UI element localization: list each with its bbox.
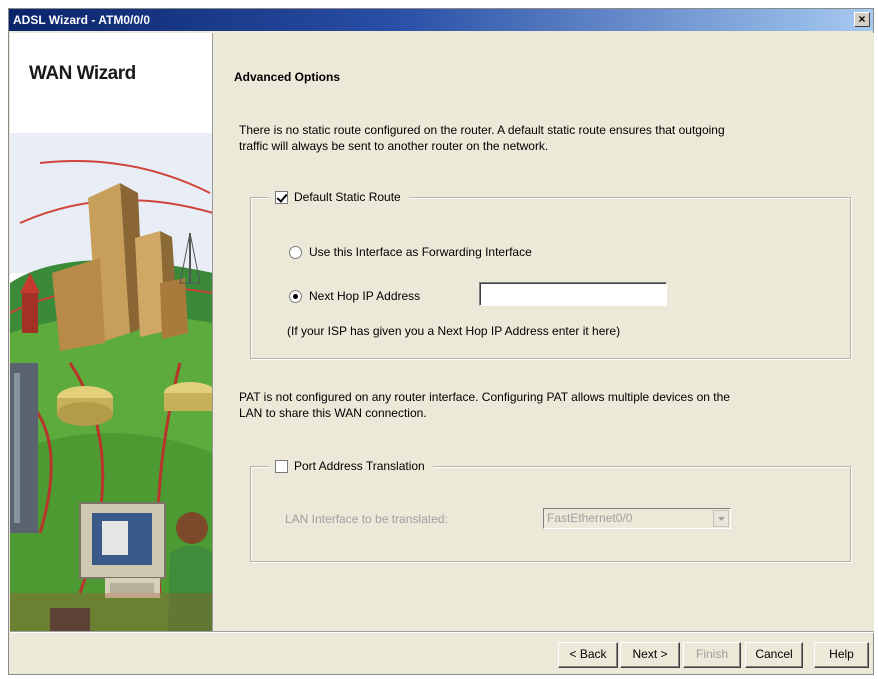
static-route-info-line2: traffic will always be sent to another r… [239, 139, 549, 153]
static-route-legend[interactable]: Default Static Route [269, 189, 409, 205]
pat-legend[interactable]: Port Address Translation [269, 458, 433, 474]
cancel-button[interactable]: Cancel [745, 642, 803, 668]
forwarding-interface-option[interactable]: Use this Interface as Forwarding Interfa… [289, 245, 532, 259]
forwarding-interface-label: Use this Interface as Forwarding Interfa… [309, 245, 532, 259]
next-hop-option[interactable]: Next Hop IP Address [289, 289, 420, 303]
pat-checkbox[interactable] [275, 459, 288, 473]
forwarding-interface-radio[interactable] [289, 245, 302, 259]
page-heading: Advanced Options [234, 70, 341, 84]
help-button[interactable]: Help [814, 642, 869, 668]
default-static-route-label: Default Static Route [294, 190, 401, 204]
next-button[interactable]: Next > [620, 642, 680, 668]
pat-info: PAT is not configured on any router inte… [239, 389, 819, 421]
next-hop-ip-input[interactable] [479, 282, 667, 306]
back-button[interactable]: < Back [558, 642, 618, 668]
next-hop-label: Next Hop IP Address [309, 289, 421, 303]
next-hop-hint: (If your ISP has given you a Next Hop IP… [287, 324, 621, 338]
pat-group: Port Address Translation LAN Interface t… [250, 458, 851, 562]
static-route-group: Default Static Route Use this Interface … [250, 189, 851, 359]
window-title: ADSL Wizard - ATM0/0/0 [13, 13, 151, 27]
close-icon: × [858, 12, 866, 26]
sidebar-title: WAN Wizard [29, 63, 136, 84]
wan-illustration [10, 33, 212, 631]
wizard-sidebar: WAN Wizard [10, 33, 213, 631]
static-route-info: There is no static route configured on t… [239, 122, 819, 154]
pat-info-line1: PAT is not configured on any router inte… [239, 390, 730, 404]
lan-interface-value: FastEthernet0/0 [547, 511, 633, 525]
lan-interface-select[interactable]: FastEthernet0/0 [543, 508, 731, 529]
close-button[interactable]: × [854, 12, 870, 27]
dropdown-arrow-icon[interactable] [713, 510, 729, 527]
wizard-content: Advanced Options There is no static rout… [214, 33, 874, 631]
finish-button[interactable]: Finish [683, 642, 741, 668]
default-static-route-checkbox[interactable] [275, 190, 288, 204]
title-bar: ADSL Wizard - ATM0/0/0 × [9, 9, 873, 31]
lan-interface-label: LAN Interface to be translated: [285, 512, 448, 526]
pat-info-line2: LAN to share this WAN connection. [239, 406, 427, 420]
wizard-window: ADSL Wizard - ATM0/0/0 × WAN Wizard Adva… [8, 8, 874, 675]
static-route-info-line1: There is no static route configured on t… [239, 123, 725, 137]
pat-label: Port Address Translation [294, 459, 425, 473]
button-bar-divider [10, 631, 874, 633]
next-hop-radio[interactable] [289, 289, 302, 303]
